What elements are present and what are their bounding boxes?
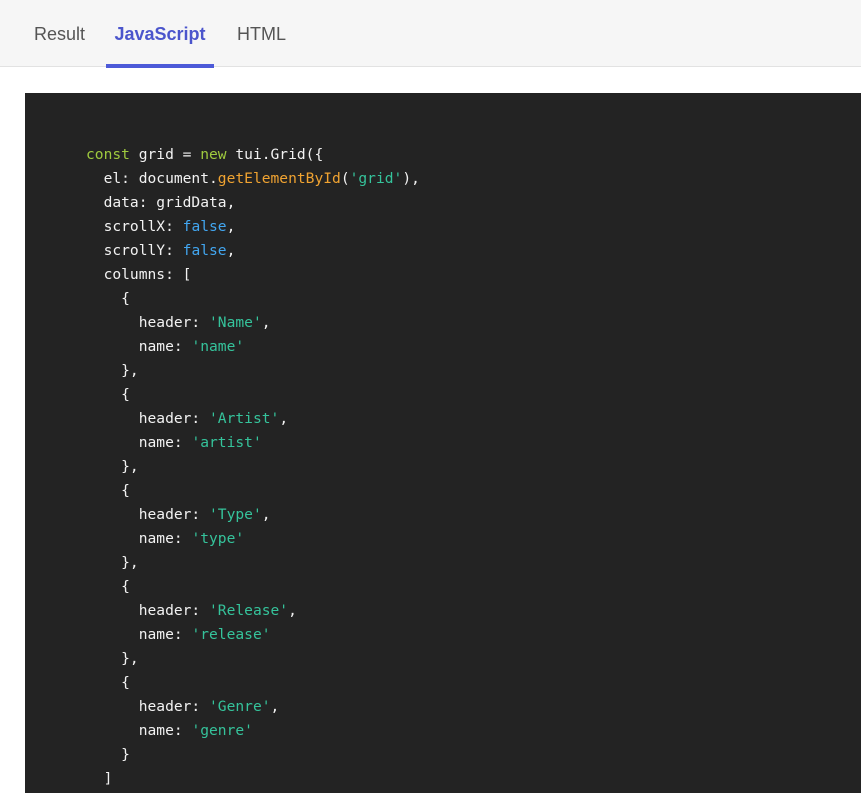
code-text: data: gridData,: [86, 194, 236, 211]
code-line: header: 'Genre',: [86, 695, 420, 719]
code-text: header:: [86, 410, 210, 427]
code-line: {: [86, 383, 420, 407]
code-string: 'release': [191, 626, 271, 643]
code-text: ),: [402, 170, 420, 187]
code-text: ]: [86, 770, 113, 787]
code-text: name:: [86, 434, 192, 451]
tab-bar: Result JavaScript HTML: [0, 0, 861, 68]
code-line: },: [86, 359, 420, 383]
code-text: name:: [86, 722, 192, 739]
code-text: {: [86, 482, 130, 499]
code-string: 'type': [191, 530, 245, 547]
code-text: tui.Grid({: [226, 146, 324, 163]
code-text: header:: [86, 506, 210, 523]
code-string: 'Artist': [209, 410, 280, 427]
code-text: {: [86, 674, 130, 691]
code-string: 'Genre': [209, 698, 271, 715]
code-line: {: [86, 287, 420, 311]
code-line: name: 'genre': [86, 719, 420, 743]
code-text: header:: [86, 602, 210, 619]
code-string: 'genre': [191, 722, 253, 739]
code-text: {: [86, 386, 130, 403]
code-block: const grid = new tui.Grid({ el: document…: [86, 143, 420, 791]
code-text: grid =: [129, 146, 201, 163]
code-text: header:: [86, 314, 210, 331]
code-line: el: document.getElementById('grid'),: [86, 167, 420, 191]
code-line: header: 'Type',: [86, 503, 420, 527]
code-string: 'Release': [209, 602, 289, 619]
code-line: },: [86, 551, 420, 575]
code-text: scrollY:: [86, 242, 183, 259]
code-text: name:: [86, 530, 192, 547]
code-text: ,: [270, 698, 280, 715]
code-line: name: 'release': [86, 623, 420, 647]
code-line: },: [86, 455, 420, 479]
tab-javascript[interactable]: JavaScript: [106, 0, 214, 68]
code-text: },: [86, 362, 139, 379]
code-function: getElementById: [217, 170, 341, 187]
code-string: 'Type': [209, 506, 262, 523]
code-line: header: 'Artist',: [86, 407, 420, 431]
code-text: el: document.: [86, 170, 218, 187]
code-panel[interactable]: const grid = new tui.Grid({ el: document…: [25, 93, 861, 793]
code-text: (: [340, 170, 350, 187]
code-text: ,: [279, 410, 289, 427]
code-text: name:: [86, 626, 192, 643]
code-line: const grid = new tui.Grid({: [86, 143, 420, 167]
code-line: {: [86, 575, 420, 599]
code-keyword: new: [200, 146, 227, 163]
code-line: name: 'type': [86, 527, 420, 551]
code-boolean: false: [182, 218, 227, 235]
code-text: header:: [86, 698, 210, 715]
code-text: {: [86, 290, 130, 307]
code-line: {: [86, 671, 420, 695]
code-line: }: [86, 743, 420, 767]
code-text: ,: [261, 506, 271, 523]
code-text: }: [86, 746, 130, 763]
code-line: name: 'name': [86, 335, 420, 359]
code-line: {: [86, 479, 420, 503]
code-line: scrollX: false,: [86, 215, 420, 239]
code-line: ]: [86, 767, 420, 791]
code-text: ,: [288, 602, 297, 619]
code-text: columns: [: [86, 266, 192, 283]
code-text: },: [86, 650, 139, 667]
code-line: name: 'artist': [86, 431, 420, 455]
code-keyword: const: [86, 146, 130, 163]
code-string: 'grid': [349, 170, 403, 187]
code-line: data: gridData,: [86, 191, 420, 215]
code-line: },: [86, 647, 420, 671]
code-string: 'name': [191, 338, 245, 355]
code-text: },: [86, 554, 139, 571]
code-text: },: [86, 458, 139, 475]
code-line: header: 'Release',: [86, 599, 420, 623]
code-boolean: false: [182, 242, 227, 259]
code-text: ,: [226, 218, 236, 235]
code-string: 'Name': [209, 314, 262, 331]
code-line: scrollY: false,: [86, 239, 420, 263]
code-text: ,: [261, 314, 271, 331]
code-text: {: [86, 578, 130, 595]
code-string: 'artist': [191, 434, 262, 451]
code-text: ,: [226, 242, 236, 259]
code-line: header: 'Name',: [86, 311, 420, 335]
tab-html[interactable]: HTML: [237, 0, 286, 67]
code-text: scrollX:: [86, 218, 183, 235]
code-line: columns: [: [86, 263, 420, 287]
tab-result[interactable]: Result: [34, 0, 85, 67]
code-text: name:: [86, 338, 192, 355]
